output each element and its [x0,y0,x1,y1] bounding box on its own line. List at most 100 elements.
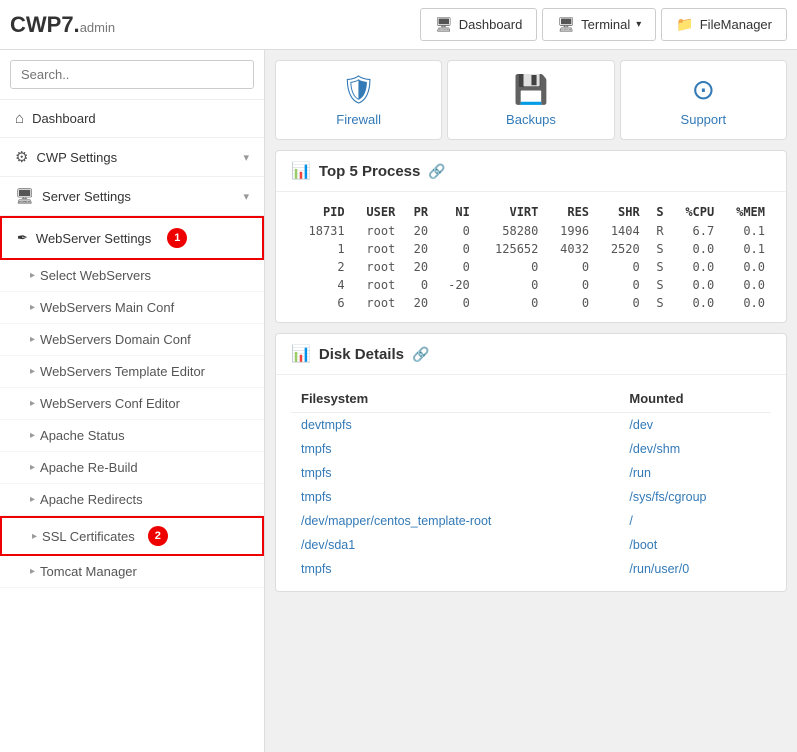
table-cell: 2 [291,258,351,276]
disk-title: Disk Details [319,346,404,363]
table-cell: 0.0 [720,276,771,294]
table-cell: 0.0 [670,294,721,312]
col-res: RES [544,202,595,222]
quick-link-support[interactable]: ⊙ Support [620,60,787,140]
table-row: 4root0-20000S0.00.0 [291,276,771,294]
support-icon: ⊙ [692,73,715,106]
table-cell: 4032 [544,240,595,258]
table-cell: 0 [476,294,545,312]
link-icon[interactable]: 🔗 [428,163,445,180]
settings-icon: ⚙ [15,148,28,166]
col-shr: SHR [595,202,646,222]
table-cell: 2520 [595,240,646,258]
sidebar-item-label: Select WebServers [40,268,151,283]
sidebar-item-label: WebServers Template Editor [40,364,205,379]
chart-icon: 📊 [291,161,311,181]
sidebar-item-label: Apache Re-Build [40,460,138,475]
monitor-icon: 🖥 [435,16,453,33]
table-row: 18731root2005828019961404R6.70.1 [291,222,771,240]
table-cell: -20 [434,276,476,294]
table-cell: 0.0 [670,276,721,294]
table-cell: 18731 [291,222,351,240]
sidebar-item-label: Apache Redirects [40,492,143,507]
top5-process-panel: 📊 Top 5 Process 🔗 PID USER PR NI VIRT RE… [275,150,787,323]
sidebar-item-apache-redirects[interactable]: Apache Redirects [0,484,264,516]
topbar: CWP7.admin 🖥 Dashboard 🖥 Terminal ▾ 📁 Fi… [0,0,797,50]
disk-link-icon[interactable]: 🔗 [412,346,429,363]
top5-panel-header: 📊 Top 5 Process 🔗 [276,151,786,192]
backups-icon: 💾 [514,73,549,106]
dashboard-button[interactable]: 🖥 Dashboard [420,8,537,41]
table-cell: root [351,294,402,312]
table-cell: 0 [476,276,545,294]
list-item: tmpfs/sys/fs/cgroup [291,485,771,509]
process-table: PID USER PR NI VIRT RES SHR S %CPU %MEM [291,202,771,312]
sidebar-item-label: WebServers Domain Conf [40,332,191,347]
table-cell: 58280 [476,222,545,240]
sidebar-item-apache-rebuild[interactable]: Apache Re-Build [0,452,264,484]
quick-link-backups[interactable]: 💾 Backups [447,60,614,140]
sidebar-item-webservers-conf-editor[interactable]: WebServers Conf Editor [0,388,264,420]
table-cell: 125652 [476,240,545,258]
table-cell: 1 [291,240,351,258]
search-box[interactable] [0,50,264,100]
terminal-label: Terminal [581,17,630,32]
filesystem-cell: tmpfs [291,557,619,581]
mounted-cell: /dev [619,413,771,438]
col-s: S [646,202,670,222]
sidebar-item-server-settings[interactable]: 🖥 Server Settings [0,177,264,216]
sidebar-item-select-webservers[interactable]: Select WebServers [0,260,264,292]
filemanager-button[interactable]: 📁 FileManager [661,8,787,41]
table-cell: 0.0 [670,240,721,258]
dashboard-label: Dashboard [459,17,523,32]
mounted-cell: / [619,509,771,533]
webserver-icon: ✒ [17,230,28,246]
sidebar-item-label: Dashboard [32,111,96,126]
mounted-cell: /dev/shm [619,437,771,461]
sidebar-item-tomcat-manager[interactable]: Tomcat Manager [0,556,264,588]
main-layout: ⌂ Dashboard ⚙ CWP Settings 🖥 Server Sett… [0,50,797,752]
table-cell: 0 [595,294,646,312]
terminal-button[interactable]: 🖥 Terminal ▾ [542,8,656,41]
support-label: Support [681,112,727,127]
sidebar: ⌂ Dashboard ⚙ CWP Settings 🖥 Server Sett… [0,50,265,752]
table-cell: 6 [291,294,351,312]
sidebar-item-label: WebServers Conf Editor [40,396,180,411]
filesystem-cell: tmpfs [291,437,619,461]
table-cell: 0 [434,240,476,258]
sidebar-item-apache-status[interactable]: Apache Status [0,420,264,452]
table-cell: 6.7 [670,222,721,240]
search-input[interactable] [10,60,254,89]
table-cell: S [646,294,670,312]
sidebar-item-label: SSL Certificates [42,529,135,544]
table-cell: 0.0 [670,258,721,276]
disk-panel-body: Filesystem Mounted devtmpfs/devtmpfs/dev… [276,375,786,591]
terminal-icon: 🖥 [557,16,575,33]
list-item: tmpfs/run/user/0 [291,557,771,581]
list-item: tmpfs/run [291,461,771,485]
table-cell: 1996 [544,222,595,240]
shield-icon: 🛡 [341,73,377,106]
sidebar-item-dashboard[interactable]: ⌂ Dashboard [0,100,264,138]
disk-details-panel: 📊 Disk Details 🔗 Filesystem Mounted devt… [275,333,787,592]
quick-link-firewall[interactable]: 🛡 Firewall [275,60,442,140]
sidebar-item-label: Tomcat Manager [40,564,137,579]
table-cell: 0 [476,258,545,276]
sidebar-item-ssl-certificates[interactable]: SSL Certificates 2 [0,516,264,556]
sidebar-item-webserver-settings[interactable]: ✒ WebServer Settings 1 [0,216,264,260]
table-cell: 1404 [595,222,646,240]
sidebar-item-label: Server Settings [42,189,131,204]
filesystem-cell: /dev/mapper/centos_template-root [291,509,619,533]
sidebar-item-cwp-settings[interactable]: ⚙ CWP Settings [0,138,264,177]
top5-title: Top 5 Process [319,163,420,180]
top5-panel-body: PID USER PR NI VIRT RES SHR S %CPU %MEM [276,192,786,322]
table-cell: S [646,276,670,294]
table-cell: 0.0 [720,294,771,312]
sidebar-item-webservers-domain-conf[interactable]: WebServers Domain Conf [0,324,264,356]
logo: CWP7.admin [10,12,115,38]
sidebar-item-webservers-template-editor[interactable]: WebServers Template Editor [0,356,264,388]
sidebar-item-webservers-main-conf[interactable]: WebServers Main Conf [0,292,264,324]
process-table-header: PID USER PR NI VIRT RES SHR S %CPU %MEM [291,202,771,222]
table-cell: 0 [544,276,595,294]
list-item: /dev/mapper/centos_template-root/ [291,509,771,533]
